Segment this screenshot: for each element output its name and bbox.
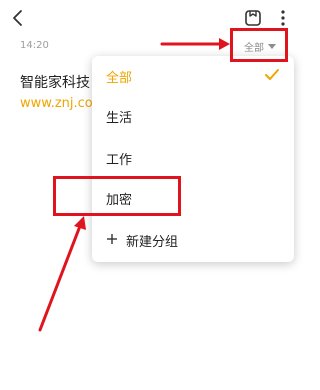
share-icon[interactable] xyxy=(244,9,262,27)
menu-item-new-group[interactable]: 新建分组 xyxy=(92,220,294,260)
menu-item-life[interactable]: 生活 xyxy=(92,96,294,136)
annotation-arrow-bottom xyxy=(38,216,86,332)
annotation-box-encrypted xyxy=(53,176,181,216)
menu-item-label: 工作 xyxy=(106,152,133,168)
check-icon xyxy=(265,69,279,80)
new-group-label: 新建分组 xyxy=(126,234,179,250)
note-url[interactable]: www.znj.cor xyxy=(20,96,98,111)
more-vertical-icon[interactable] xyxy=(278,8,288,28)
category-dropdown: 全部 生活 工作 加密 新建分组 xyxy=(92,56,294,262)
chevron-left-icon[interactable] xyxy=(8,8,28,28)
note-title[interactable]: 智能家科技 xyxy=(20,72,90,92)
annotation-arrow-top xyxy=(160,38,230,50)
plus-icon xyxy=(107,234,117,244)
menu-item-all[interactable]: 全部 xyxy=(92,56,294,96)
annotation-box-filter xyxy=(230,28,288,62)
menu-item-work[interactable]: 工作 xyxy=(92,138,294,178)
note-time: 14:20 xyxy=(20,40,49,51)
menu-item-label: 全部 xyxy=(106,70,133,86)
menu-item-label: 生活 xyxy=(106,110,133,126)
